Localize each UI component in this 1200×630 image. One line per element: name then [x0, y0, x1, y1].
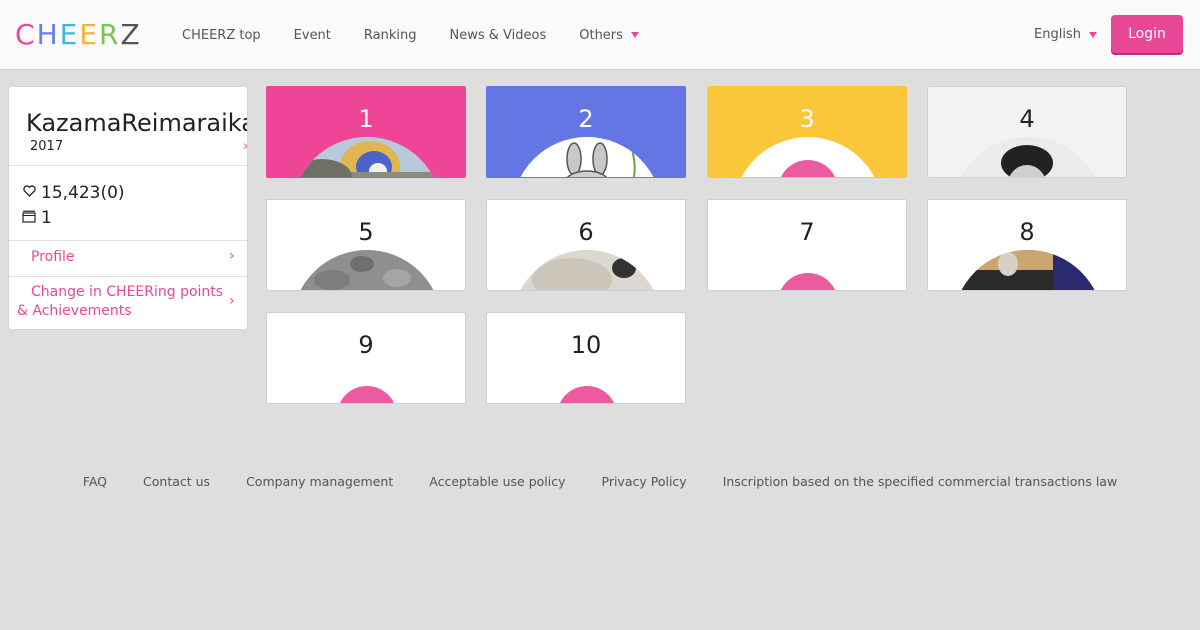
- logo-letter: Z: [120, 18, 142, 51]
- rank-number: 7: [799, 218, 815, 246]
- nav-ranking[interactable]: Ranking: [364, 28, 417, 43]
- main-nav: CHEERZ top Event Ranking News & Videos O…: [182, 0, 672, 70]
- ranking-card-6[interactable]: 6: [486, 199, 686, 291]
- footer-links: FAQ Contact us Company management Accept…: [0, 474, 1200, 489]
- logo-letter: C: [15, 18, 37, 51]
- logo-letter: E: [79, 18, 100, 51]
- caret-down-icon: [1088, 31, 1097, 38]
- language-selector[interactable]: English: [1034, 27, 1097, 42]
- user-name: KazamaReimaraika: [26, 109, 248, 137]
- nav-others[interactable]: Others: [579, 28, 639, 43]
- card-image: [953, 250, 1103, 290]
- items-count: 1: [21, 208, 52, 228]
- language-label: English: [1034, 27, 1081, 42]
- ranking-card-7[interactable]: 7: [707, 199, 907, 291]
- rank-number: 10: [570, 331, 602, 359]
- nav-news-videos[interactable]: News & Videos: [450, 28, 547, 43]
- default-avatar-icon: [337, 386, 397, 403]
- rank-number: 2: [578, 105, 594, 133]
- rank-number: 9: [358, 331, 374, 359]
- chevron-right-icon: ›: [229, 248, 235, 264]
- ranking-card-9[interactable]: 9: [266, 312, 466, 404]
- footer-acceptable-use[interactable]: Acceptable use policy: [429, 474, 565, 489]
- points-achievements-link[interactable]: Change in CHEERing points & Achievements: [17, 283, 229, 321]
- divider: [9, 276, 247, 277]
- caret-down-icon: [630, 32, 639, 38]
- cheerz-logo[interactable]: CHEERZ: [15, 18, 142, 51]
- nav-event[interactable]: Event: [294, 28, 331, 43]
- card-image: [953, 137, 1103, 177]
- box-icon: [21, 210, 37, 227]
- card-image: [292, 137, 442, 177]
- cheers-count: 15,423(0): [21, 183, 125, 203]
- ranking-card-3[interactable]: 3: [707, 86, 907, 178]
- footer-privacy[interactable]: Privacy Policy: [602, 474, 687, 489]
- logo-letter: E: [59, 18, 80, 51]
- footer-contact[interactable]: Contact us: [143, 474, 210, 489]
- user-sidebar: KazamaReimaraika 2017 › 15,423(0) 1 Prof…: [8, 86, 248, 330]
- card-image: [512, 250, 662, 290]
- ranking-card-8[interactable]: 8: [927, 199, 1127, 291]
- divider: [9, 240, 247, 241]
- ranking-card-4[interactable]: 4: [927, 86, 1127, 178]
- card-image: [512, 137, 662, 177]
- ranking-card-10[interactable]: 10: [486, 312, 686, 404]
- chevron-right-icon: ›: [229, 293, 235, 309]
- top-header: CHEERZ CHEERZ top Event Ranking News & V…: [0, 0, 1200, 70]
- divider: [9, 165, 247, 166]
- logo-letter: H: [36, 18, 60, 51]
- rank-number: 5: [358, 218, 374, 246]
- chevron-right-icon[interactable]: ›: [243, 139, 247, 154]
- rank-number: 6: [578, 218, 594, 246]
- rank-number: 4: [1019, 105, 1035, 133]
- rank-number: 3: [799, 105, 815, 133]
- default-avatar-icon: [778, 273, 838, 290]
- footer-company[interactable]: Company management: [246, 474, 393, 489]
- cheers-value: 15,423(0): [41, 183, 125, 203]
- profile-link[interactable]: Profile: [31, 248, 247, 267]
- footer-faq[interactable]: FAQ: [83, 474, 107, 489]
- ranking-card-1[interactable]: 1: [266, 86, 466, 178]
- items-value: 1: [41, 208, 52, 228]
- nav-cheerz-top[interactable]: CHEERZ top: [182, 28, 261, 43]
- rank-number: 8: [1019, 218, 1035, 246]
- footer-commercial-law[interactable]: Inscription based on the specified comme…: [723, 474, 1117, 489]
- logo-letter: R: [99, 18, 121, 51]
- login-button[interactable]: Login: [1111, 15, 1183, 53]
- user-year: 2017: [30, 139, 64, 154]
- default-avatar-icon: [557, 386, 617, 403]
- ranking-card-2[interactable]: 2: [486, 86, 686, 178]
- card-image: [292, 250, 442, 290]
- heart-outline-icon: [21, 185, 37, 201]
- nav-others-label: Others: [579, 27, 623, 43]
- ranking-card-5[interactable]: 5: [266, 199, 466, 291]
- rank-number: 1: [358, 105, 374, 133]
